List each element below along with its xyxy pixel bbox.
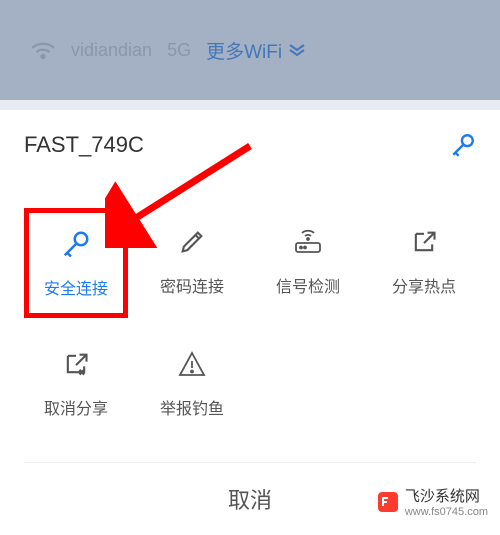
background-ssid: vidiandian xyxy=(71,40,152,61)
option-share-hotspot[interactable]: 分享热点 xyxy=(372,208,476,318)
watermark: 飞沙系统网 www.fs0745.com xyxy=(377,485,488,518)
option-label: 分享热点 xyxy=(392,273,456,297)
cancel-label: 取消 xyxy=(228,488,272,513)
options-grid: 安全连接 密码连接 信号检测 xyxy=(24,208,476,436)
key-icon xyxy=(450,132,476,158)
option-label: 信号检测 xyxy=(276,273,340,297)
router-icon xyxy=(292,225,324,259)
action-sheet: FAST_749C 安全连接 xyxy=(0,110,500,535)
network-name: FAST_749C xyxy=(24,132,144,158)
wifi-icon xyxy=(30,40,56,60)
option-label: 安全连接 xyxy=(44,275,108,299)
option-label: 取消分享 xyxy=(44,395,108,419)
share-cancel-icon xyxy=(62,347,90,381)
option-label: 密码连接 xyxy=(160,273,224,297)
option-report-phishing[interactable]: 举报钓鱼 xyxy=(140,330,244,436)
key-icon xyxy=(61,227,91,261)
option-signal-check[interactable]: 信号检测 xyxy=(256,208,360,318)
divider xyxy=(0,100,500,110)
option-cancel-share[interactable]: 取消分享 xyxy=(24,330,128,436)
option-password-connect[interactable]: 密码连接 xyxy=(140,208,244,318)
chevron-double-down-icon xyxy=(288,43,306,57)
option-secure-connect[interactable]: 安全连接 xyxy=(24,208,128,318)
option-label: 举报钓鱼 xyxy=(160,395,224,419)
watermark-text: 飞沙系统网 xyxy=(405,488,480,505)
pencil-icon xyxy=(178,225,206,259)
background-wifi-row: vidiandian 5G 更多WiFi xyxy=(0,0,500,100)
background-band: 5G xyxy=(167,40,191,61)
more-wifi-label: 更多WiFi xyxy=(206,37,282,64)
share-icon xyxy=(410,225,438,259)
watermark-logo-icon xyxy=(377,491,399,513)
sheet-header: FAST_749C xyxy=(24,132,476,158)
more-wifi-link[interactable]: 更多WiFi xyxy=(206,37,306,64)
warning-triangle-icon xyxy=(177,347,207,381)
watermark-url: www.fs0745.com xyxy=(405,506,488,518)
